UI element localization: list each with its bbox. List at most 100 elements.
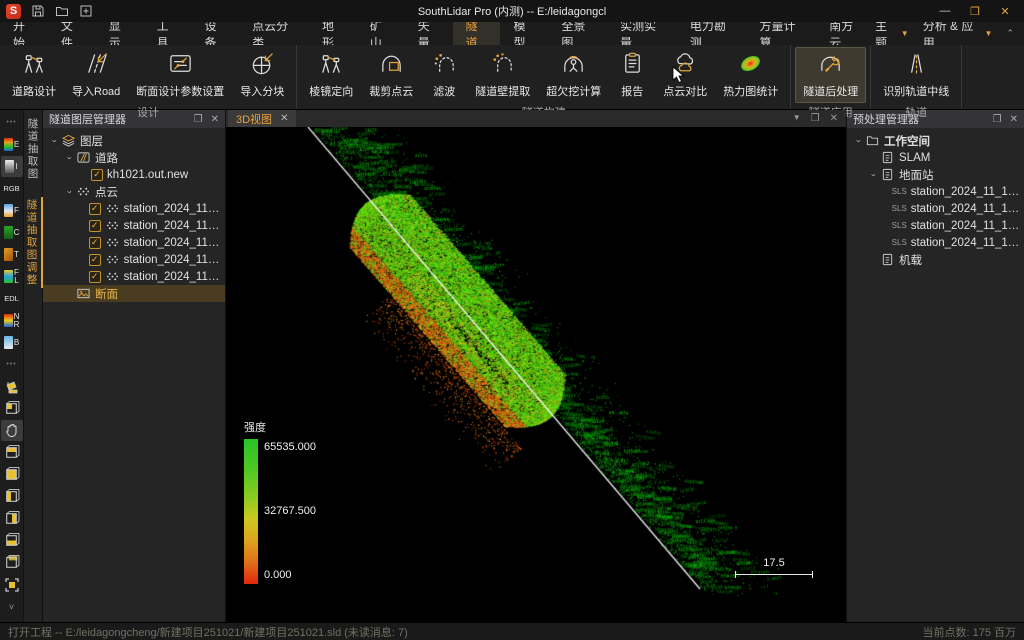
color-by-nr-button[interactable]: NR — [1, 310, 23, 331]
minimize-button[interactable]: — — [932, 3, 958, 19]
back-view-button[interactable] — [1, 552, 23, 573]
menu-item-地形[interactable]: 地形 — [309, 22, 357, 45]
menu-item-显示[interactable]: 显示 — [96, 22, 144, 45]
ribbon-button-断面设计参数设置[interactable]: 断面设计参数设置 — [128, 47, 232, 103]
menu-item-电力勘测[interactable]: 电力勘测 — [677, 22, 747, 45]
menu-item-文件[interactable]: 文件 — [48, 22, 96, 45]
expand-arrow-icon[interactable]: › — [869, 169, 879, 181]
chevron-down-icon[interactable]: ▼ — [793, 113, 801, 124]
side-tab-隧道抽取图[interactable]: 隧道抽取图 — [25, 116, 42, 183]
float-view-icon[interactable]: ❐ — [811, 113, 820, 124]
ribbon-button-热力图统计[interactable]: 热力图统计 — [715, 47, 786, 103]
ribbon-button-隧道壁提取[interactable]: 隧道壁提取 — [467, 47, 538, 103]
front-view-button[interactable] — [1, 530, 23, 551]
menu-item-方量计算[interactable]: 方量计算 — [747, 22, 817, 45]
color-by-f-button[interactable]: F — [1, 200, 23, 221]
restore-button[interactable]: ❐ — [962, 3, 988, 19]
checkbox-checked[interactable]: ✓ — [89, 271, 101, 283]
layer-tree-item-图层[interactable]: ›图层 — [43, 132, 225, 149]
ribbon-button-导入Road[interactable]: 导入Road — [64, 47, 128, 103]
dots-icon — [105, 270, 120, 283]
color-by-rgb-button[interactable]: RGB — [1, 178, 23, 199]
dots-icon — [105, 219, 120, 232]
close-button[interactable]: ✕ — [992, 3, 1018, 19]
checkbox-checked[interactable]: ✓ — [89, 237, 101, 249]
float-panel-icon[interactable]: ❐ — [993, 114, 1002, 125]
layer-tree-item-kh1021.out.new[interactable]: ›✓kh1021.out.new — [43, 166, 225, 183]
collapse-ribbon-button[interactable]: ⌃ — [1006, 28, 1014, 39]
layer-tree-item-station_2024_11_19_1...[interactable]: ›✓station_2024_11_19_1... — [43, 217, 225, 234]
right-view-button[interactable] — [1, 508, 23, 529]
checkbox-checked[interactable]: ✓ — [89, 220, 101, 232]
color-by-fl-button[interactable]: FL — [1, 266, 23, 287]
tab-3d-view[interactable]: 3D视图 ✕ — [228, 110, 296, 127]
menu-item-全景图[interactable]: 全景图 — [548, 22, 607, 45]
ribbon-button-滤波[interactable]: 滤波 — [421, 47, 467, 103]
expand-arrow-icon[interactable]: › — [854, 135, 864, 147]
menu-item-实测实量[interactable]: 实测实量 — [607, 22, 677, 45]
overbreak-icon — [561, 51, 586, 81]
layer-tree-item-station_2024_11_19_1...[interactable]: ›✓station_2024_11_19_1... — [43, 234, 225, 251]
menu-item-隧道[interactable]: 隧道 — [453, 22, 501, 45]
viewport-tab-bar: 3D视图 ✕ ▼ ❐ ✕ — [226, 110, 846, 127]
workspace-tree-item-station_2024_11_19_11_01_...[interactable]: ›SLSstation_2024_11_19_11_01_... — [847, 234, 1024, 251]
more[interactable]: ˅ — [1, 596, 23, 617]
pick-tool-button[interactable] — [1, 376, 23, 397]
close-panel-icon[interactable]: ✕ — [1010, 114, 1018, 125]
workspace-tree-item-地面站[interactable]: ›地面站 — [847, 166, 1024, 183]
ribbon-button-导入分块[interactable]: 导入分块 — [232, 47, 292, 103]
workspace-tree-item-station_2024_11_19_10_52_...[interactable]: ›SLSstation_2024_11_19_10_52_... — [847, 217, 1024, 234]
ribbon-button-道路设计[interactable]: 道路设计 — [4, 47, 64, 103]
edl-shading-button[interactable]: EDL — [1, 288, 23, 309]
checkbox-checked[interactable]: ✓ — [89, 254, 101, 266]
filter-icon — [432, 51, 457, 81]
expand-arrow-icon[interactable]: › — [65, 152, 75, 164]
top-view-button[interactable] — [1, 442, 23, 463]
iso-view-button[interactable] — [1, 398, 23, 419]
workspace-tree-item-station_2024_11_19_10_48_...[interactable]: ›SLSstation_2024_11_19_10_48_... — [847, 200, 1024, 217]
layer-tree-item-station_2024_11_19_1...[interactable]: ›✓station_2024_11_19_1... — [43, 251, 225, 268]
checkbox-checked[interactable]: ✓ — [91, 169, 103, 181]
pan-tool-button[interactable] — [1, 420, 23, 441]
side-tab-隧道抽取图调整[interactable]: 隧道抽取图调整 — [24, 197, 43, 289]
menu-item-模型[interactable]: 模型 — [500, 22, 548, 45]
workspace-tree-item-SLAM[interactable]: ›SLAM — [847, 149, 1024, 166]
viewport-3d[interactable]: 强度 65535.000 32767.500 0.000 17.5 — [226, 127, 846, 622]
layer-tree-item-道路[interactable]: ›道路 — [43, 149, 225, 166]
color-by-blend-button[interactable]: B — [1, 332, 23, 353]
station-icon — [319, 51, 344, 81]
layer-tree-item-点云[interactable]: ›点云 — [43, 183, 225, 200]
layer-tree-item-station_2024_11_19_1...[interactable]: ›✓station_2024_11_19_1... — [43, 200, 225, 217]
viewport-canvas[interactable] — [226, 127, 846, 622]
workspace-tree-item-机载[interactable]: ›机载 — [847, 251, 1024, 268]
menu-item-矢量[interactable]: 矢量 — [405, 22, 453, 45]
menu-item-南方云[interactable]: 南方云 — [816, 22, 875, 45]
workspace-tree-item-工作空间[interactable]: ›工作空间 — [847, 132, 1024, 149]
close-tab-icon[interactable]: ✕ — [280, 113, 288, 124]
workspace-tree-item-station_2024_11_19_10_43_...[interactable]: ›SLSstation_2024_11_19_10_43_... — [847, 183, 1024, 200]
ribbon-button-识别轨道中线[interactable]: 识别轨道中线 — [875, 47, 957, 103]
menu-item-工具[interactable]: 工具 — [144, 22, 192, 45]
menu-item-矿山[interactable]: 矿山 — [357, 22, 405, 45]
expand-arrow-icon[interactable]: › — [50, 135, 60, 147]
ribbon-button-棱镜定向[interactable]: 棱镜定向 — [301, 47, 361, 103]
ribbon-button-报告[interactable]: 报告 — [609, 47, 655, 103]
color-by-time-button[interactable]: T — [1, 244, 23, 265]
zoom-extent-button[interactable] — [1, 574, 23, 595]
ribbon-button-裁剪点云[interactable]: 裁剪点云 — [361, 47, 421, 103]
checkbox-checked[interactable]: ✓ — [89, 203, 101, 215]
menu-item-点云分类[interactable]: 点云分类 — [239, 22, 309, 45]
close-view-icon[interactable]: ✕ — [830, 113, 838, 124]
menu-item-设备[interactable]: 设备 — [191, 22, 239, 45]
left-view-button[interactable] — [1, 486, 23, 507]
layer-tree-item-station_2024_11_19_1...[interactable]: ›✓station_2024_11_19_1... — [43, 268, 225, 285]
expand-arrow-icon[interactable]: › — [65, 186, 75, 198]
ribbon-button-隧道后处理[interactable]: 隧道后处理 — [795, 47, 866, 103]
menu-item-开始[interactable]: 开始 — [0, 22, 48, 45]
color-by-intensity-button[interactable]: I — [1, 156, 23, 177]
ribbon-button-超欠挖计算[interactable]: 超欠挖计算 — [538, 47, 609, 103]
color-by-class-button[interactable]: C — [1, 222, 23, 243]
bottom-view-button[interactable] — [1, 464, 23, 485]
color-by-elevation-button[interactable]: E — [1, 134, 23, 155]
layer-tree-item-断面[interactable]: ›断面 — [43, 285, 225, 302]
